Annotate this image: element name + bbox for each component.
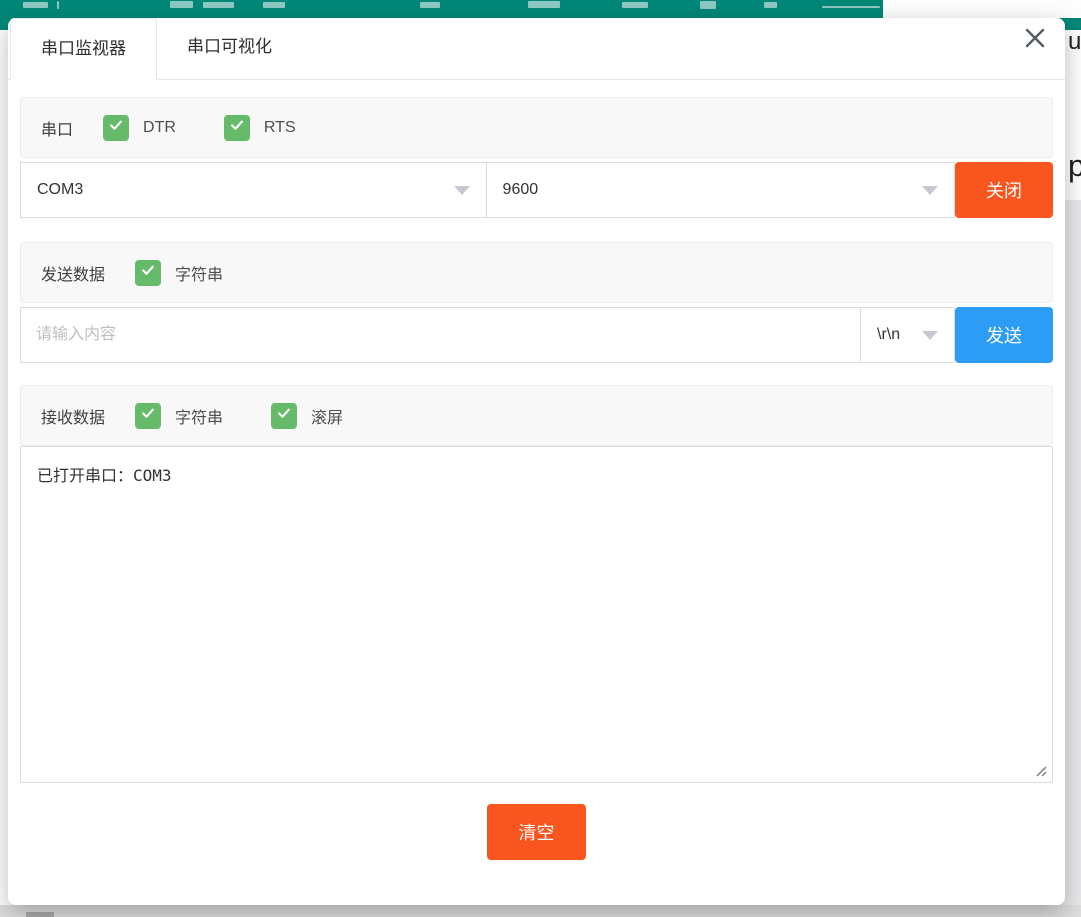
dtr-checkbox[interactable] [103,115,129,141]
background-partial-text: u [1068,28,1081,56]
send-string-checkbox-label: 字符串 [175,261,223,285]
toolbar-fragment [764,2,777,8]
toolbar-fragment [203,2,234,8]
dialog-tabbar: 串口监视器 串口可视化 [8,18,1065,80]
resize-handle-icon[interactable] [1032,762,1047,777]
toolbar-fragment [420,2,440,8]
output-text: 已打开串口： [37,468,133,485]
rts-checkbox[interactable] [224,115,250,141]
check-icon [139,261,157,284]
receive-section-header: 接收数据 字符串 滚屏 [20,385,1053,446]
send-string-checkbox[interactable] [135,260,161,286]
chevron-down-icon [922,331,938,340]
receive-output[interactable]: 已打开串口：COM3 [20,446,1053,783]
close-icon [1023,26,1047,55]
background-panel [883,0,1081,18]
port-select[interactable]: COM3 [20,162,487,218]
toolbar-fragment [170,1,193,8]
send-label: 发送数据 [41,261,105,285]
baud-select[interactable]: 9600 [486,162,956,218]
backdrop [0,905,1081,917]
receive-string-checkbox[interactable] [135,403,161,429]
receive-string-checkbox-label: 字符串 [175,404,223,428]
line-ending-select[interactable]: \r\n [860,307,955,363]
chevron-down-icon [454,186,470,195]
close-button[interactable] [1022,27,1048,53]
toolbar-fragment [528,1,560,8]
autoscroll-checkbox-label: 滚屏 [311,404,343,428]
receive-label: 接收数据 [41,404,105,428]
tab-serial-monitor[interactable]: 串口监视器 [10,18,157,80]
toolbar-fragment [622,2,648,8]
check-icon [107,116,125,139]
check-icon [228,116,246,139]
send-section-header: 发送数据 字符串 [20,242,1053,303]
serial-port-label: 串口 [41,116,73,140]
port-select-value: COM3 [37,181,83,199]
send-input[interactable] [20,307,860,363]
toolbar-fragment [57,1,59,9]
close-port-button[interactable]: 关闭 [955,162,1053,218]
clear-button[interactable]: 清空 [487,804,586,860]
output-port-name: COM3 [133,466,172,485]
chevron-down-icon [922,186,938,195]
check-icon [139,404,157,427]
background-partial-text: p [1068,148,1081,184]
toolbar-fragment [263,2,285,8]
dtr-checkbox-label: DTR [143,119,176,137]
baud-select-value: 9600 [503,181,539,199]
rts-checkbox-label: RTS [264,119,296,137]
autoscroll-checkbox[interactable] [271,403,297,429]
toolbar-fragment [700,1,716,9]
serial-monitor-dialog: 串口监视器 串口可视化 串口 DTR [8,18,1065,905]
toolbar-fragment [822,6,880,8]
check-icon [275,404,293,427]
tab-serial-visualization[interactable]: 串口可视化 [157,17,302,79]
toolbar-fragment [23,2,48,8]
serial-port-section-header: 串口 DTR RTS [20,97,1053,158]
background-fragment [26,912,54,917]
send-button[interactable]: 发送 [955,307,1053,363]
line-ending-value: \r\n [877,326,900,344]
